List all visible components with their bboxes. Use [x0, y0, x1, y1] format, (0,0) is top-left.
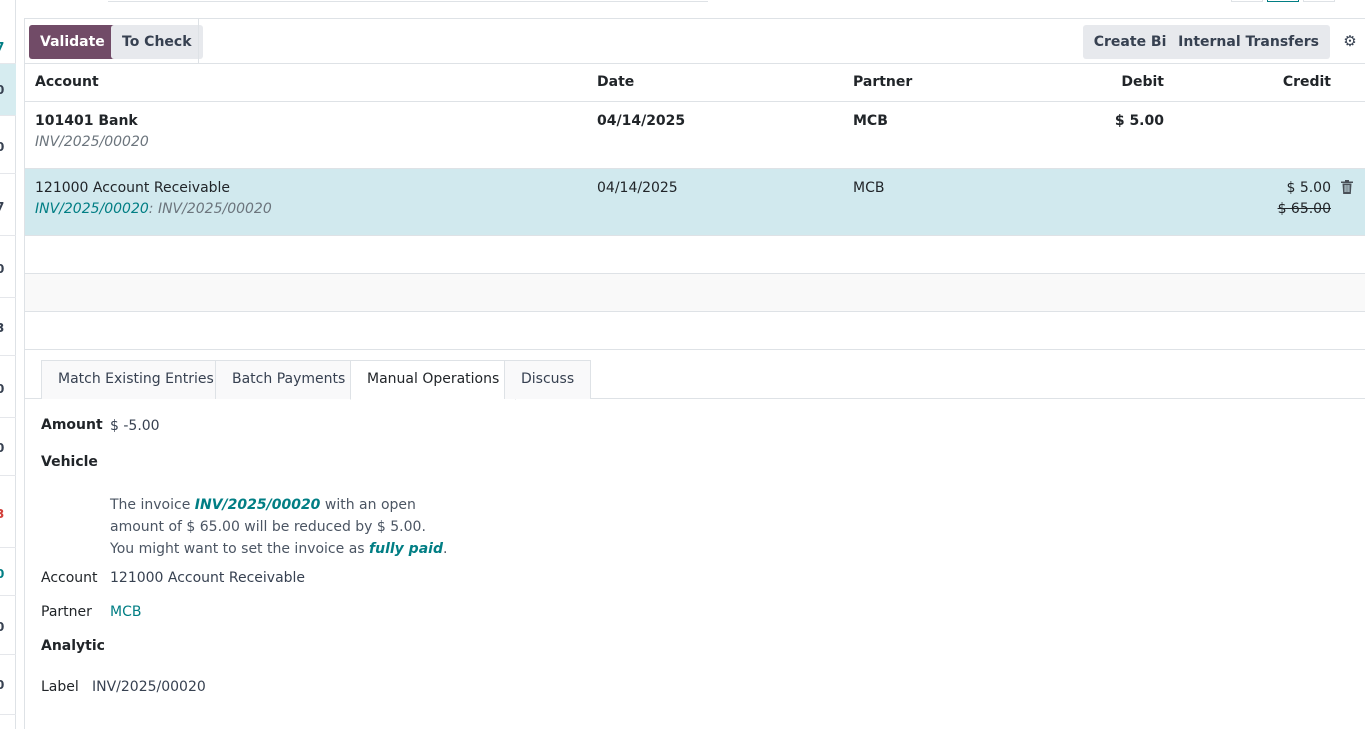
validate-button[interactable]: Validate	[29, 25, 116, 59]
row-debit: $ 5.00	[1114, 113, 1164, 129]
col-debit-header: Debit	[1121, 74, 1164, 90]
view-button-active[interactable]	[1267, 0, 1299, 2]
statement-line-item[interactable]: 3	[0, 300, 16, 356]
view-button[interactable]	[1231, 0, 1263, 2]
view-switcher-edge	[1231, 0, 1335, 2]
statement-line-item[interactable]: 7	[0, 30, 16, 64]
row-label: INV/2025/00020: INV/2025/00020	[35, 201, 272, 217]
row-label: INV/2025/00020	[35, 134, 149, 150]
invoice-link[interactable]: INV/2025/00020	[35, 201, 149, 217]
row-account: 121000 Account Receivable	[35, 180, 231, 196]
partner-field[interactable]: MCB	[110, 604, 141, 620]
amount-label: Amount	[41, 417, 103, 433]
account-field[interactable]: 121000 Account Receivable	[110, 570, 305, 586]
tab-discuss[interactable]: Discuss	[504, 360, 592, 399]
col-account-header: Account	[35, 74, 99, 90]
analytic-label: Analytic	[41, 638, 105, 654]
statement-line-item[interactable]: 0	[0, 552, 16, 596]
tab-manual-operations[interactable]: Manual Operations	[350, 360, 517, 400]
amount-field[interactable]: $ -5.00	[110, 418, 160, 434]
statement-line-item[interactable]: 0	[0, 240, 16, 298]
label-separator: :	[148, 201, 158, 217]
toolbar-separator	[198, 19, 199, 63]
reconcile-toolbar: Validate To Check Create Bill Internal T…	[25, 18, 1365, 64]
fully-paid-link[interactable]: fully paid	[369, 541, 443, 557]
note-text: The invoice	[110, 497, 195, 513]
gear-icon[interactable]: ⚙	[1341, 32, 1359, 50]
table-row-selected[interactable]: 121000 Account Receivable INV/2025/00020…	[25, 169, 1365, 236]
tab-match-existing-entries[interactable]: Match Existing Entries	[41, 360, 231, 399]
vehicle-label: Vehicle	[41, 454, 98, 470]
to-check-button[interactable]: To Check	[111, 25, 203, 59]
trash-icon[interactable]	[1341, 180, 1353, 194]
row-partner: MCB	[853, 113, 888, 129]
notebook-tabs: Match Existing Entries Batch Payments Ma…	[25, 360, 1365, 400]
statement-line-item[interactable]: 0	[0, 120, 16, 174]
partner-label: Partner	[41, 604, 92, 620]
row-account: 101401 Bank	[35, 113, 138, 129]
statement-line-item[interactable]: 0	[0, 360, 16, 418]
statement-line-item[interactable]: 0	[0, 655, 16, 715]
row-credit-original: $ 65.00	[1277, 201, 1331, 217]
label-field[interactable]: INV/2025/00020	[92, 679, 206, 695]
col-date-header: Date	[597, 74, 635, 90]
statement-line-list: 700703003000	[0, 0, 16, 729]
row-partner: MCB	[853, 180, 885, 196]
label-label: Label	[41, 679, 79, 695]
internal-transfers-button[interactable]: Internal Transfers	[1167, 25, 1330, 59]
statement-line-item[interactable]: 3	[0, 480, 16, 548]
table-header: Account Date Partner Debit Credit	[25, 64, 1365, 102]
top-search-bar-edge	[108, 0, 708, 2]
tab-batch-payments[interactable]: Batch Payments	[215, 360, 363, 399]
empty-row	[25, 236, 1365, 274]
note-text: You might want to set the invoice as	[110, 541, 370, 557]
note-invoice-link[interactable]: INV/2025/00020	[195, 497, 321, 513]
col-partner-header: Partner	[853, 74, 913, 90]
statement-line-item[interactable]: 7	[0, 178, 16, 236]
note-text: .	[442, 541, 448, 557]
empty-row	[25, 312, 1365, 350]
statement-line-item[interactable]: 0	[0, 600, 16, 655]
reconcile-lines-table: Account Date Partner Debit Credit 101401…	[25, 64, 1365, 350]
partial-payment-note: The invoice INV/2025/00020 with an open …	[110, 494, 470, 560]
view-button[interactable]	[1303, 0, 1335, 2]
row-label-text: INV/2025/00020	[157, 201, 272, 217]
row-date: 04/14/2025	[597, 113, 686, 129]
empty-row	[25, 274, 1365, 312]
account-label: Account	[41, 570, 98, 586]
col-credit-header: Credit	[1282, 74, 1331, 90]
statement-line-item[interactable]: 0	[0, 420, 16, 476]
row-date: 04/14/2025	[597, 180, 678, 196]
statement-line-item[interactable]: 0	[0, 64, 16, 116]
table-row[interactable]: 101401 Bank INV/2025/00020 04/14/2025 MC…	[25, 102, 1365, 169]
row-credit: $ 5.00	[1286, 180, 1331, 196]
